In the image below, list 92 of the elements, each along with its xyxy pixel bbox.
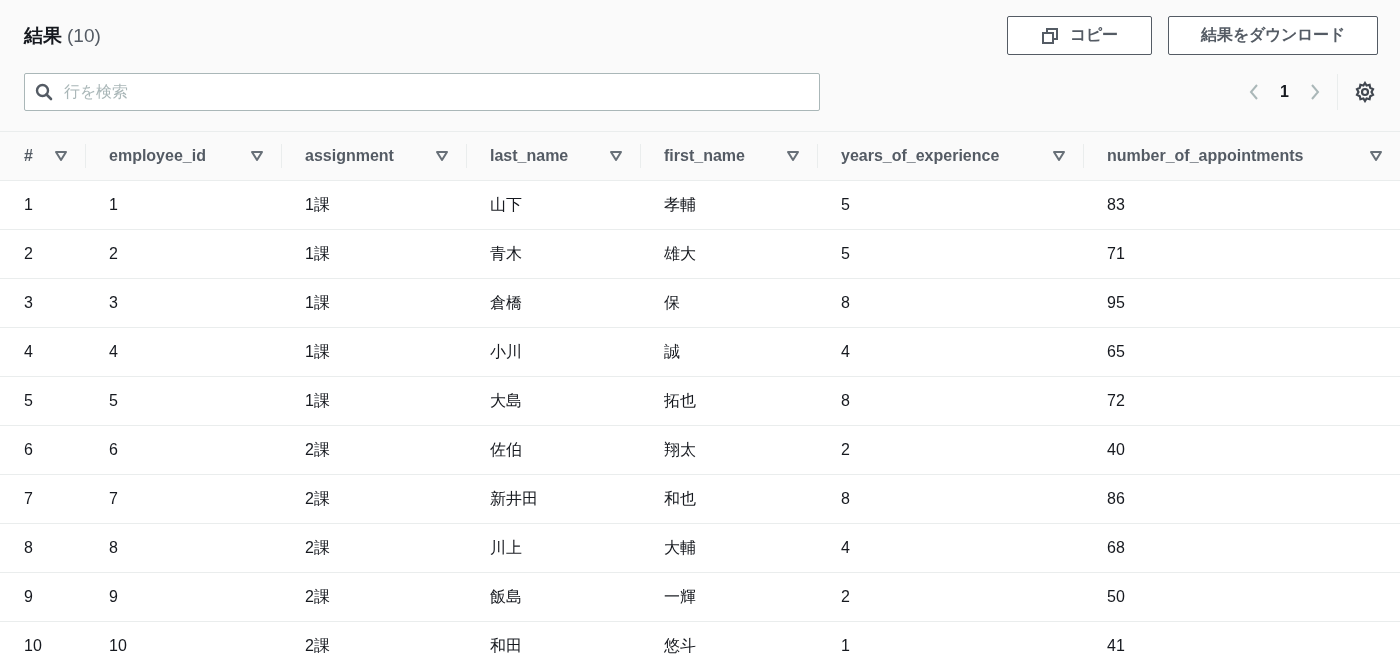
table-cell-text: 1課: [304, 243, 331, 264]
table-cell-text: 6: [23, 440, 34, 460]
copy-button[interactable]: コピー: [1007, 16, 1152, 55]
table-cell-text: 5: [840, 195, 851, 215]
table-cell-text: 4: [108, 342, 119, 362]
table-cell-text: 83: [1106, 195, 1126, 215]
table-cell-text: 誠: [663, 341, 681, 362]
column-header[interactable]: employee_id: [85, 132, 281, 180]
table-cell-text: 10: [108, 636, 128, 656]
table-cell-text: 41: [1106, 636, 1126, 656]
table-cell-text: 2課: [304, 635, 331, 656]
table-cell-text: 7: [108, 489, 119, 509]
download-button[interactable]: 結果をダウンロード: [1168, 16, 1378, 55]
table-cell-text: 7: [23, 489, 34, 509]
sort-icon[interactable]: [251, 151, 263, 161]
table-cell-text: 倉橋: [489, 292, 523, 313]
table-cell-text: 和田: [489, 635, 523, 656]
table-cell-text: 1: [840, 636, 851, 656]
table-cell-text: 2: [840, 440, 851, 460]
table-cell-text: 山下: [489, 194, 523, 215]
table-cell-text: 川上: [489, 537, 523, 558]
table-cell-text: 5: [840, 244, 851, 264]
table-cell-text: 飯島: [489, 586, 523, 607]
sort-icon[interactable]: [1053, 151, 1065, 161]
table-cell-text: 40: [1106, 440, 1126, 460]
sort-icon[interactable]: [610, 151, 622, 161]
table-cell-text: 9: [108, 587, 119, 607]
table-cell-text: 50: [1106, 587, 1126, 607]
table-cell-text: 2: [840, 587, 851, 607]
table-cell-text: 5: [23, 391, 34, 411]
column-header[interactable]: assignment: [281, 132, 466, 180]
table-cell-text: 和也: [663, 488, 697, 509]
table-cell-text: 2課: [304, 586, 331, 607]
table-cell-text: 5: [108, 391, 119, 411]
table-cell-text: 8: [840, 293, 851, 313]
column-header[interactable]: first_name: [640, 132, 817, 180]
table-cell-text: 1: [108, 195, 119, 215]
table-cell-text: 悠斗: [663, 635, 697, 656]
table-cell-text: 1課: [304, 292, 331, 313]
table-cell-text: 8: [108, 538, 119, 558]
copy-icon: [1041, 27, 1058, 44]
table-cell-text: 翔太: [663, 439, 697, 460]
table-cell-text: 大輔: [663, 537, 697, 558]
table-cell-text: 保: [663, 292, 681, 313]
table-cell-text: 65: [1106, 342, 1126, 362]
table-cell-text: 拓也: [663, 390, 697, 411]
table-cell-text: 71: [1106, 244, 1126, 264]
sort-icon[interactable]: [55, 151, 67, 161]
settings-icon[interactable]: [1354, 81, 1376, 103]
table-cell-text: 68: [1106, 538, 1126, 558]
column-header[interactable]: #: [0, 132, 85, 180]
table-cell-text: 4: [840, 342, 851, 362]
table-cell-text: 大島: [489, 390, 523, 411]
table-cell-text: 3: [23, 293, 34, 313]
table-cell-text: 1課: [304, 341, 331, 362]
table-cell-text: 2課: [304, 537, 331, 558]
results-title: 結果: [24, 25, 62, 46]
sort-icon[interactable]: [1370, 151, 1382, 161]
table-cell-text: 2課: [304, 488, 331, 509]
table-cell-text: 雄大: [663, 243, 697, 264]
table-cell-text: 新井田: [489, 488, 539, 509]
page-button[interactable]: 1: [1276, 83, 1293, 101]
search-field[interactable]: 行を検索: [24, 73, 820, 111]
table-cell-text: 2: [23, 244, 34, 264]
table-cell-text: 8: [840, 391, 851, 411]
table-cell-text: 一輝: [663, 586, 697, 607]
table-cell-text: 10: [23, 636, 43, 656]
table-cell-text: 4: [23, 342, 34, 362]
column-header[interactable]: number_of_appointments: [1083, 132, 1400, 180]
table-cell-text: 孝輔: [663, 194, 697, 215]
table-cell-text: 2課: [304, 439, 331, 460]
table-cell-text: 佐伯: [489, 439, 523, 460]
table-cell-text: 4: [840, 538, 851, 558]
table-cell-text: 8: [840, 489, 851, 509]
sort-icon[interactable]: [436, 151, 448, 161]
column-header[interactable]: last_name: [466, 132, 640, 180]
results-count: (10): [67, 25, 101, 46]
sort-icon[interactable]: [787, 151, 799, 161]
table-cell-text: 1: [23, 195, 34, 215]
table-cell-text: 小川: [489, 341, 523, 362]
table-cell-text: 青木: [489, 243, 523, 264]
column-header[interactable]: years_of_experience: [817, 132, 1083, 180]
table-cell-text: 8: [23, 538, 34, 558]
table-cell-text: 9: [23, 587, 34, 607]
table-cell-text: 72: [1106, 391, 1126, 411]
table-cell-text: 95: [1106, 293, 1126, 313]
table-cell-text: 6: [108, 440, 119, 460]
table-cell-text: 1課: [304, 194, 331, 215]
table-cell-text: 3: [108, 293, 119, 313]
table-cell-text: 86: [1106, 489, 1126, 509]
table-cell-text: 1課: [304, 390, 331, 411]
table-cell-text: 2: [108, 244, 119, 264]
